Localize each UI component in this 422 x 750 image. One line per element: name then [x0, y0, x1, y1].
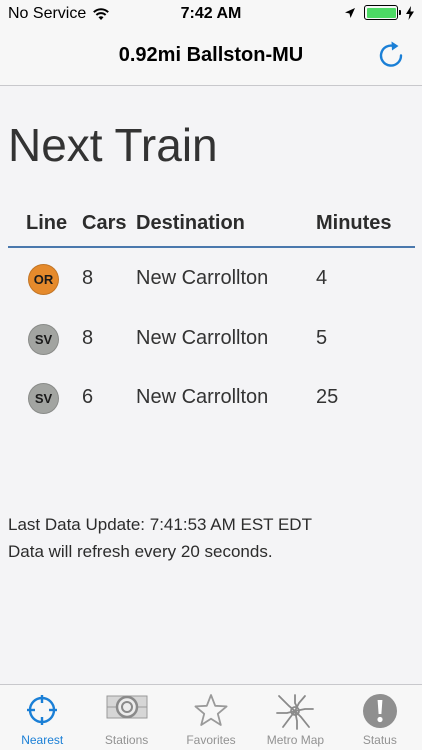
- tab-stations[interactable]: Stations: [84, 685, 168, 750]
- table-row: OR 8 New Carrollton 4: [8, 255, 415, 305]
- tab-metro-map[interactable]: Metro Map: [253, 685, 337, 750]
- status-right: [344, 5, 414, 20]
- last-update-text: Last Data Update: 7:41:53 AM EST EDT: [8, 515, 312, 534]
- refresh-icon[interactable]: [376, 40, 408, 72]
- column-header-destination: Destination: [136, 212, 245, 234]
- map-icon: [276, 694, 315, 730]
- tab-favorites[interactable]: Favorites: [169, 685, 253, 750]
- table-row: SV 8 New Carrollton 5: [8, 315, 415, 365]
- table-header: Line Cars Destination Minutes: [8, 208, 415, 248]
- status-bar: No Service 7:42 AM: [0, 0, 422, 30]
- tab-label: Favorites: [186, 733, 236, 747]
- alert-icon: [362, 694, 397, 728]
- star-icon: [194, 694, 228, 726]
- battery-icon: [364, 5, 401, 20]
- location-arrow-icon: [345, 7, 355, 18]
- crosshair-icon: [27, 695, 58, 725]
- refresh-note-text: Data will refresh every 20 seconds.: [8, 542, 273, 561]
- column-header-line: Line: [26, 212, 68, 234]
- tab-label: Metro Map: [266, 733, 325, 747]
- charging-bolt-icon: [406, 5, 414, 20]
- tab-label: Nearest: [21, 733, 64, 747]
- tab-status[interactable]: Status: [338, 685, 422, 750]
- tab-bar: Nearest Stations Favorites Metro Map Sta…: [0, 684, 422, 750]
- tab-nearest[interactable]: Nearest: [0, 685, 84, 750]
- line-badge: SV: [28, 324, 59, 355]
- table-row: SV 6 New Carrollton 25: [8, 374, 415, 424]
- column-header-minutes: Minutes: [316, 212, 392, 234]
- line-badge: SV: [28, 383, 59, 414]
- cars-value: 6: [82, 386, 94, 408]
- cars-value: 8: [82, 327, 94, 349]
- cars-value: 8: [82, 267, 94, 289]
- destination-value: New Carrollton: [136, 327, 269, 349]
- navigation-bar: 0.92mi Ballston-MU: [0, 30, 422, 86]
- destination-value: New Carrollton: [136, 386, 269, 408]
- minutes-value: 5: [316, 327, 328, 349]
- page-title: Next Train: [8, 119, 218, 171]
- line-badge: OR: [28, 264, 59, 295]
- station-title: 0.92mi Ballston-MU: [118, 44, 304, 66]
- station-icon: [106, 695, 148, 719]
- tab-label: Status: [362, 733, 397, 747]
- tab-label: Stations: [104, 733, 149, 747]
- column-header-cars: Cars: [82, 212, 127, 234]
- destination-value: New Carrollton: [136, 267, 269, 289]
- minutes-value: 25: [316, 386, 339, 408]
- minutes-value: 4: [316, 267, 328, 289]
